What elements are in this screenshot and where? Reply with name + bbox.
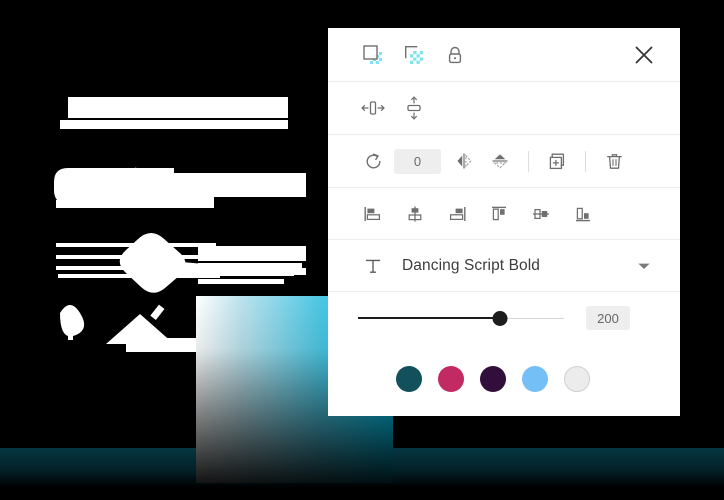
close-button[interactable] [630, 41, 658, 69]
swatch-offwhite[interactable] [564, 366, 590, 392]
align-top-icon[interactable] [484, 199, 514, 229]
lock-icon[interactable] [440, 40, 470, 70]
fill-mode-row [328, 28, 680, 82]
font-selector-row[interactable]: Dancing Script Bold [328, 240, 680, 292]
flip-horizontal-icon[interactable] [449, 146, 479, 176]
edit-row [328, 135, 680, 188]
align-middle-vertical-icon[interactable] [526, 199, 556, 229]
duplicate-icon[interactable] [542, 146, 572, 176]
slider-thumb[interactable] [492, 310, 508, 326]
flip-vertical-icon[interactable] [485, 146, 515, 176]
delete-icon[interactable] [599, 146, 629, 176]
size-slider[interactable] [358, 308, 564, 328]
align-bottom-icon[interactable] [568, 199, 598, 229]
align-right-icon[interactable] [442, 199, 472, 229]
toolbar-divider [528, 150, 529, 172]
font-name-label: Dancing Script Bold [402, 256, 541, 274]
rotate-icon[interactable] [358, 146, 388, 176]
chevron-down-icon[interactable] [636, 258, 652, 274]
align-center-horizontal-icon[interactable] [400, 199, 430, 229]
rotation-input[interactable] [394, 148, 441, 174]
fill-transparent-icon[interactable] [399, 40, 429, 70]
slider-fill [358, 317, 501, 319]
fit-width-icon[interactable] [358, 93, 388, 123]
properties-panel: Dancing Script Bold 200 [328, 28, 680, 416]
toolbar-divider [585, 150, 586, 172]
swatch-teal[interactable] [396, 366, 422, 392]
app-stage: Dancing Script Bold 200 [0, 0, 724, 500]
color-swatch-row [328, 344, 680, 414]
size-value-field[interactable]: 200 [586, 306, 630, 330]
text-icon [358, 251, 388, 281]
swatch-plum[interactable] [480, 366, 506, 392]
swatch-skyblue[interactable] [522, 366, 548, 392]
fit-row [328, 82, 680, 135]
swatch-list [396, 366, 606, 392]
alignment-row [328, 188, 680, 240]
align-left-icon[interactable] [358, 199, 388, 229]
swatch-crimson[interactable] [438, 366, 464, 392]
size-slider-row: 200 [328, 292, 680, 344]
fit-height-icon[interactable] [399, 93, 429, 123]
fill-opaque-icon[interactable] [358, 40, 388, 70]
